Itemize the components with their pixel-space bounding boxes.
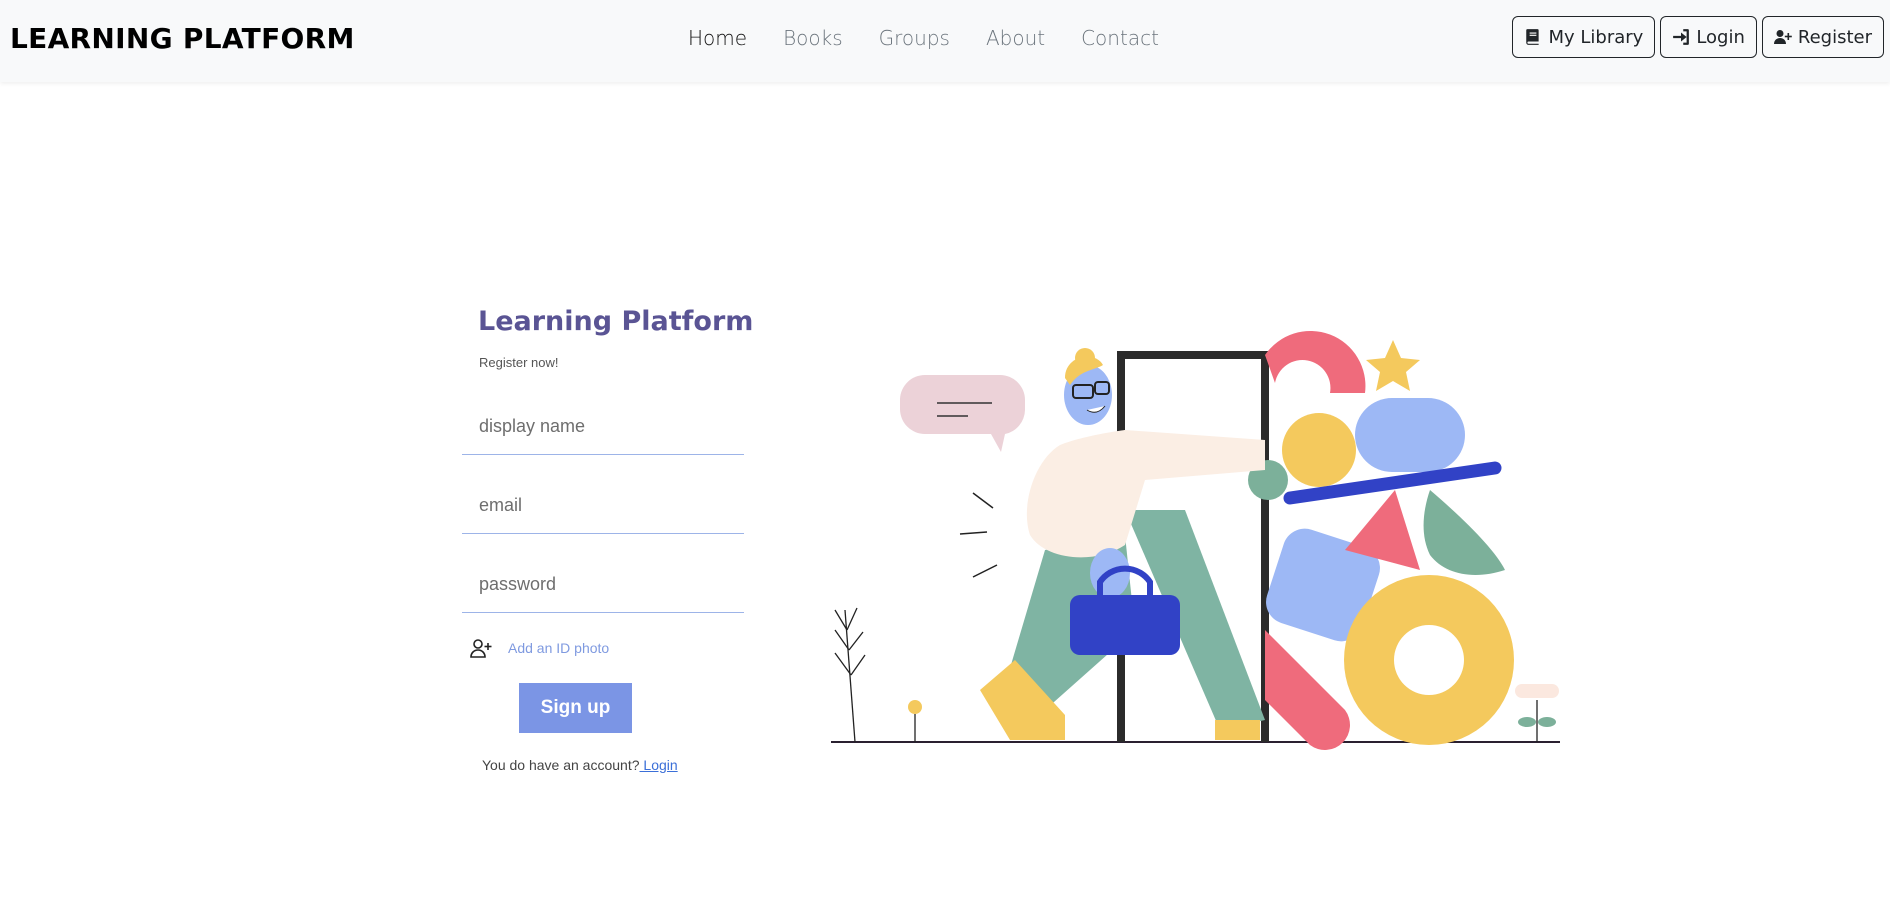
nav-links: Home Books Groups About Contact bbox=[670, 25, 1177, 51]
nav-link-groups[interactable]: Groups bbox=[861, 25, 968, 51]
register-button[interactable]: Register bbox=[1761, 16, 1884, 58]
book-icon bbox=[1526, 29, 1540, 45]
plant-icon bbox=[834, 607, 866, 743]
user-plus-icon bbox=[1773, 30, 1792, 44]
sign-in-icon bbox=[1673, 29, 1690, 45]
my-library-label: My Library bbox=[1548, 26, 1644, 48]
form-title: Learning Platform bbox=[478, 306, 754, 337]
form-subtitle: Register now! bbox=[479, 355, 559, 370]
have-account-text: You do have an account? bbox=[482, 757, 640, 773]
register-label: Register bbox=[1797, 26, 1872, 48]
display-name-input[interactable] bbox=[462, 398, 744, 455]
my-library-button[interactable]: My Library bbox=[1512, 16, 1656, 58]
nav-link-home[interactable]: Home bbox=[670, 25, 765, 51]
login-link[interactable]: Login bbox=[640, 757, 677, 773]
nav-buttons: My Library Login Register bbox=[1512, 16, 1884, 58]
speech-bubble-icon bbox=[900, 375, 1025, 452]
login-button[interactable]: Login bbox=[1660, 16, 1757, 58]
add-id-photo[interactable]: Add an ID photo bbox=[470, 638, 609, 658]
login-label: Login bbox=[1696, 26, 1745, 48]
brand-logo[interactable]: LEARNING PLATFORM bbox=[10, 22, 355, 55]
password-input[interactable] bbox=[462, 556, 744, 613]
add-id-photo-label: Add an ID photo bbox=[508, 640, 610, 656]
nav-link-books[interactable]: Books bbox=[765, 25, 861, 51]
navbar: LEARNING PLATFORM Home Books Groups Abou… bbox=[0, 0, 1890, 82]
signup-button[interactable]: Sign up bbox=[519, 683, 632, 733]
nav-link-contact[interactable]: Contact bbox=[1063, 25, 1177, 51]
have-account: You do have an account? Login bbox=[482, 757, 678, 773]
illustration bbox=[831, 330, 1560, 750]
email-input[interactable] bbox=[462, 477, 744, 534]
user-plus-icon bbox=[470, 639, 492, 658]
nav-link-about[interactable]: About bbox=[968, 25, 1063, 51]
